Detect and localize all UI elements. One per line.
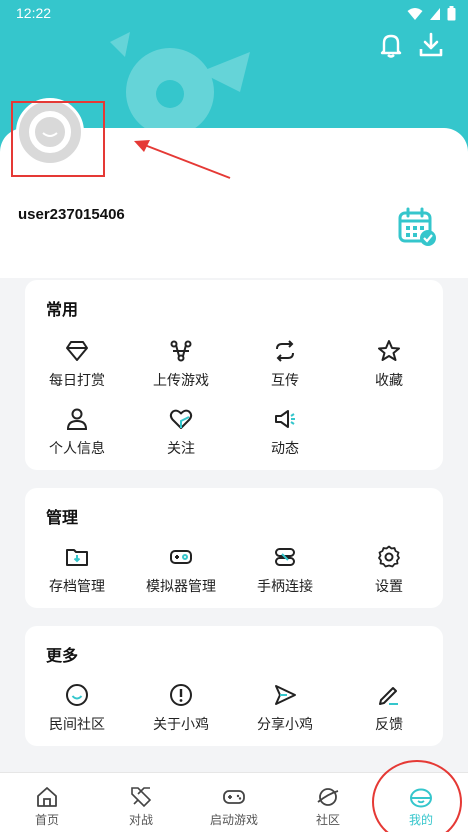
- menu-activity[interactable]: 动态: [233, 406, 337, 462]
- section-card-more: 更多 民间社区 关于小鸡 分享小鸡 反馈: [25, 626, 443, 746]
- section-title: 管理: [46, 508, 79, 527]
- menu-emulator-manage[interactable]: 模拟器管理: [129, 544, 233, 600]
- menu-label: 收藏: [375, 373, 403, 389]
- person-icon: [64, 406, 90, 432]
- bell-icon: [380, 34, 402, 58]
- gear-icon: [376, 544, 402, 570]
- tab-label: 社区: [315, 813, 340, 827]
- tab-battle[interactable]: 对战: [94, 773, 188, 832]
- menu-save-manage[interactable]: 存档管理: [25, 544, 129, 600]
- calendar-check-icon: [398, 207, 436, 246]
- menu-label: 手柄连接: [257, 579, 313, 595]
- transfer-icon: [272, 338, 298, 364]
- diamond-icon: [64, 338, 90, 364]
- tab-launch-game[interactable]: 启动游戏: [187, 773, 281, 832]
- notification-bell-button[interactable]: [376, 30, 406, 60]
- heart-icon: [168, 406, 194, 432]
- checkin-calendar-button[interactable]: [396, 206, 438, 248]
- section-title: 更多: [46, 646, 79, 665]
- menu-daily-reward[interactable]: 每日打赏: [25, 338, 129, 394]
- status-icons: [407, 6, 456, 25]
- menu-label: 民间社区: [49, 717, 105, 733]
- emulator-icon: [168, 544, 194, 570]
- upload-game-icon: [168, 338, 194, 364]
- tab-label: 启动游戏: [209, 813, 258, 827]
- menu-folk-community[interactable]: 民间社区: [25, 682, 129, 738]
- tab-home[interactable]: 首页: [0, 773, 94, 832]
- menu-label: 存档管理: [49, 579, 105, 595]
- link-icon: [272, 544, 298, 570]
- avatar[interactable]: [16, 98, 84, 166]
- info-icon: [168, 682, 194, 708]
- menu-about[interactable]: 关于小鸡: [129, 682, 233, 738]
- section-card-common: 常用 每日打赏 上传游戏 互传 收藏 个人信息 关注 动态: [25, 280, 443, 470]
- tab-mine[interactable]: 我的: [374, 773, 468, 832]
- menu-upload-game[interactable]: 上传游戏: [129, 338, 233, 394]
- menu-label: 模拟器管理: [146, 579, 216, 595]
- menu-label: 关注: [167, 441, 195, 457]
- menu-label: 设置: [375, 579, 403, 595]
- default-avatar-icon: [29, 111, 71, 153]
- menu-feedback[interactable]: 反馈: [337, 682, 441, 738]
- username: user237015406: [18, 206, 125, 223]
- megaphone-icon: [272, 406, 298, 432]
- menu-label: 互传: [271, 373, 299, 389]
- menu-share[interactable]: 分享小鸡: [233, 682, 337, 738]
- battery-icon: [447, 6, 456, 25]
- tab-label: 我的: [408, 813, 433, 827]
- bottom-tab-bar: 首页 对战 启动游戏 社区 我的: [0, 772, 468, 832]
- download-icon: [419, 32, 443, 57]
- menu-label: 动态: [271, 441, 299, 457]
- menu-controller-connect[interactable]: 手柄连接: [233, 544, 337, 600]
- folder-icon: [64, 544, 90, 570]
- download-button[interactable]: [416, 30, 446, 60]
- menu-settings[interactable]: 设置: [337, 544, 441, 600]
- menu-transfer[interactable]: 互传: [233, 338, 337, 394]
- smile-icon: [64, 682, 90, 708]
- section-title: 常用: [46, 300, 79, 319]
- mascot-illustration: [110, 32, 250, 136]
- menu-label: 个人信息: [49, 441, 105, 457]
- menu-label: 反馈: [375, 717, 403, 733]
- tab-label: 对战: [128, 813, 153, 827]
- pen-icon: [376, 682, 402, 708]
- planet-icon: [316, 785, 340, 809]
- menu-label: 关于小鸡: [153, 717, 209, 733]
- menu-personal-info[interactable]: 个人信息: [25, 406, 129, 462]
- swords-icon: [129, 785, 153, 809]
- star-icon: [376, 338, 402, 364]
- menu-label: 每日打赏: [49, 373, 105, 389]
- menu-follow[interactable]: 关注: [129, 406, 233, 462]
- wifi-icon: [407, 7, 423, 25]
- signal-icon: [429, 7, 441, 25]
- chick-face-icon: [409, 785, 433, 809]
- menu-label: 分享小鸡: [257, 717, 313, 733]
- status-time: 12:22: [16, 5, 52, 21]
- home-icon: [35, 785, 59, 809]
- tab-label: 首页: [34, 813, 59, 827]
- gamepad-icon: [222, 785, 246, 809]
- menu-favorites[interactable]: 收藏: [337, 338, 441, 394]
- tab-community[interactable]: 社区: [281, 773, 375, 832]
- menu-label: 上传游戏: [153, 373, 209, 389]
- section-card-manage: 管理 存档管理 模拟器管理 手柄连接 设置: [25, 488, 443, 608]
- send-icon: [272, 682, 298, 708]
- annotation-arrow: [134, 140, 231, 179]
